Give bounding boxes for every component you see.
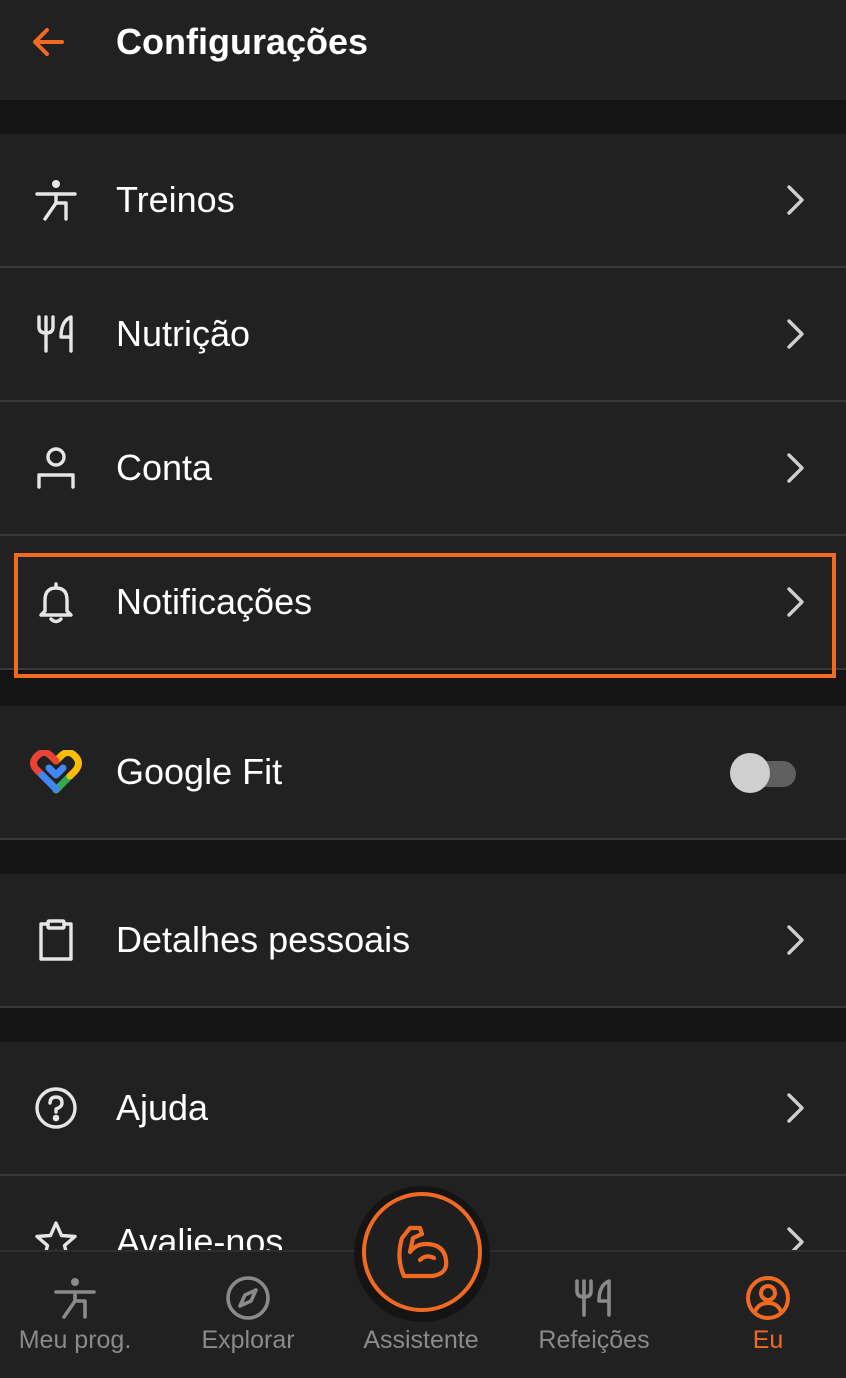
chevron-right-icon	[782, 1088, 810, 1128]
nav-item-explore[interactable]: Explorar	[163, 1252, 333, 1370]
nav-item-program[interactable]: Meu prog.	[0, 1252, 160, 1370]
fork-knife-icon	[30, 308, 82, 360]
google-fit-toggle[interactable]	[730, 753, 798, 793]
nav-label: Refeições	[538, 1326, 650, 1354]
bell-icon	[30, 576, 82, 628]
clipboard-icon	[30, 914, 82, 966]
nav-item-me[interactable]: Eu	[683, 1252, 846, 1370]
person-icon	[30, 442, 82, 494]
app-header: Configurações	[0, 0, 846, 100]
settings-item-help[interactable]: Ajuda	[0, 1042, 846, 1176]
settings-item-nutrition[interactable]: Nutrição	[0, 268, 846, 402]
settings-item-label: Google Fit	[116, 751, 283, 792]
back-button[interactable]	[24, 18, 72, 66]
settings-item-workouts[interactable]: Treinos	[0, 134, 846, 268]
google-fit-icon	[30, 746, 82, 798]
settings-item-label: Notificações	[116, 581, 313, 622]
page-title: Configurações	[116, 21, 369, 62]
fork-knife-icon	[568, 1272, 620, 1324]
settings-item-label: Treinos	[116, 179, 235, 220]
stretching-person-icon	[30, 174, 82, 226]
settings-screen: Configurações Treinos Nutrição Conta Not…	[0, 0, 846, 1378]
settings-item-personal-details[interactable]: Detalhes pessoais	[0, 874, 846, 1008]
settings-item-label: Conta	[116, 447, 213, 488]
chevron-right-icon	[782, 180, 810, 220]
settings-item-label: Detalhes pessoais	[116, 919, 411, 960]
help-circle-icon	[30, 1082, 82, 1134]
stretching-person-icon	[49, 1272, 101, 1324]
nav-label: Eu	[752, 1326, 784, 1354]
compass-icon	[222, 1272, 274, 1324]
arrow-left-icon	[33, 28, 64, 56]
settings-item-label: Nutrição	[116, 313, 251, 354]
chevron-right-icon	[782, 920, 810, 960]
chevron-right-icon	[782, 582, 810, 622]
nav-label: Explorar	[201, 1326, 295, 1354]
settings-item-label: Ajuda	[116, 1087, 209, 1128]
settings-item-account[interactable]: Conta	[0, 402, 846, 536]
nav-label: Meu prog.	[18, 1326, 132, 1354]
chevron-right-icon	[782, 314, 810, 354]
profile-circle-icon	[742, 1272, 794, 1324]
nav-item-meals[interactable]: Refeições	[509, 1252, 679, 1370]
nav-label: Assistente	[363, 1326, 479, 1354]
toggle-knob	[730, 753, 770, 793]
chevron-right-icon	[782, 448, 810, 488]
flexed-arm-icon	[397, 1225, 449, 1279]
settings-item-notifications[interactable]: Notificações	[0, 536, 846, 670]
settings-item-google-fit[interactable]: Google Fit	[0, 706, 846, 840]
assistant-button[interactable]	[362, 1192, 482, 1312]
